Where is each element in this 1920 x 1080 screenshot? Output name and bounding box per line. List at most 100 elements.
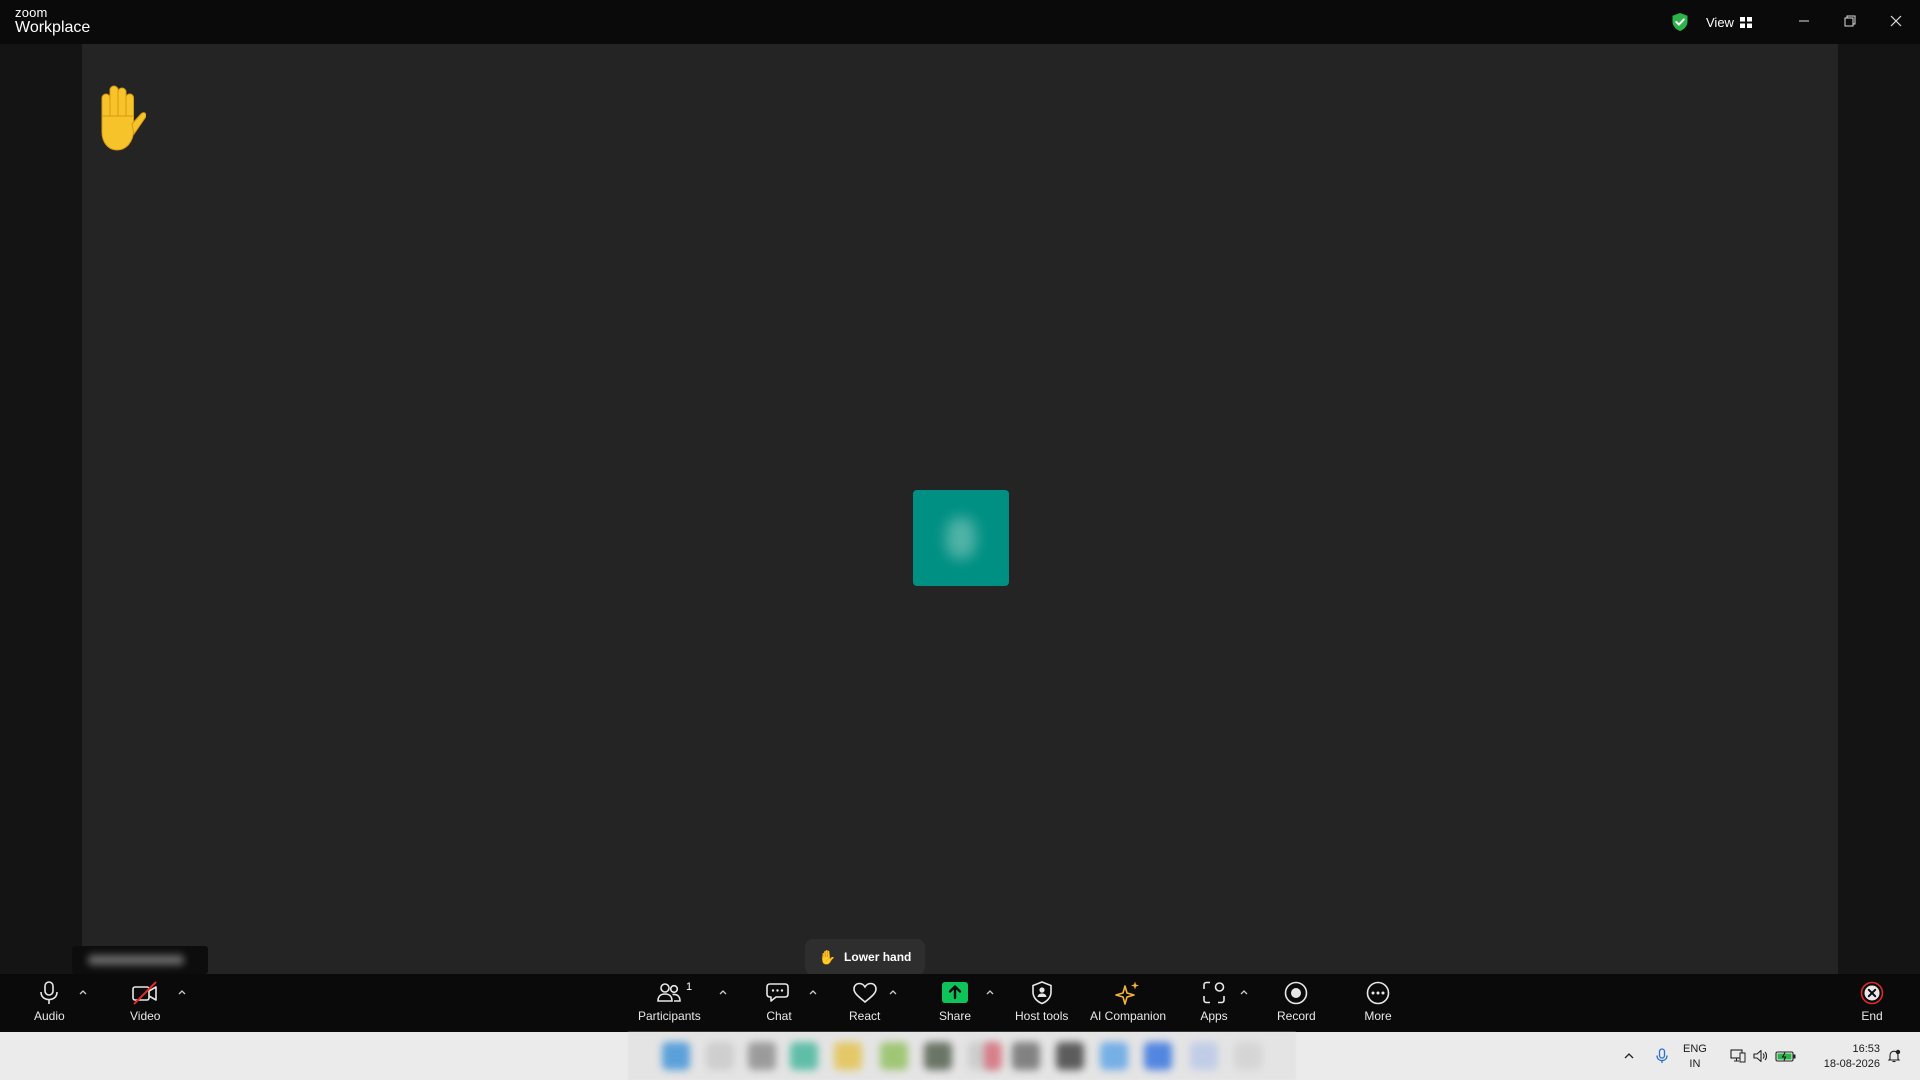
taskbar-app-icon[interactable] [1100,1042,1128,1070]
video-stage [82,44,1838,974]
taskbar-app-icon[interactable] [748,1042,776,1070]
microphone-icon [40,981,59,1004]
taskbar-app-icon[interactable] [1144,1042,1172,1070]
lower-hand-icon: ✋ [818,948,837,965]
close-icon [1890,15,1902,27]
apps-icon [1203,981,1225,1004]
taskbar-app-icon[interactable] [1234,1042,1262,1070]
name-tag-blur [88,955,184,965]
security-shield-icon[interactable] [1671,12,1689,32]
meeting-toolbar: Audio Video Participants 1 Chat React Sh… [0,974,1920,1032]
tray-microphone-icon [1656,1048,1668,1063]
host-tools-shield-icon [1031,981,1052,1005]
clock-time: 16:53 [1852,1043,1880,1055]
clock[interactable]: 16:53 18-08-2026 [1806,1042,1880,1072]
chat-label: Chat [766,1009,792,1023]
react-options-chevron-up-icon[interactable] [886,986,900,1000]
audio-label: Audio [34,1009,65,1023]
taskbar-app-icon[interactable] [1056,1042,1084,1070]
notifications-button[interactable] [1884,1032,1904,1080]
participants-options-chevron-up-icon[interactable] [716,986,730,1000]
restore-icon [1844,15,1856,27]
view-label: View [1706,14,1734,30]
notification-bell-icon [1887,1049,1901,1063]
battery-button[interactable] [1774,1032,1798,1080]
participants-icon [657,983,682,1002]
show-hidden-icons-button[interactable] [1620,1032,1638,1080]
lower-hand-label: Lower hand [844,950,912,964]
video-label: Video [130,1009,161,1023]
record-label: Record [1277,1009,1316,1023]
end-meeting-button[interactable]: End [1858,980,1886,1023]
participants-count: 1 [686,981,693,993]
zoom-logo: zoom Workplace [15,6,90,36]
host-tools-button[interactable]: Host tools [1015,980,1068,1023]
video-off-icon [132,981,158,1005]
taskbar-app-icon[interactable] [662,1042,690,1070]
language-line2: IN [1689,1058,1701,1070]
ai-companion-button[interactable]: AI Companion [1090,980,1166,1023]
language-line1: ENG [1683,1043,1707,1055]
end-close-icon [1860,981,1884,1005]
logo-workplace-text: Workplace [15,19,91,36]
participant-avatar [913,490,1009,586]
taskbar-app-icon[interactable] [880,1042,908,1070]
share-screen-icon [942,982,969,1003]
react-button[interactable]: React [849,980,880,1023]
react-label: React [849,1009,881,1023]
view-button[interactable]: View [1706,10,1752,34]
taskbar-app-icon[interactable] [924,1042,952,1070]
minimize-icon [1799,20,1809,22]
taskbar-app-icon[interactable] [834,1042,862,1070]
more-label: More [1364,1009,1392,1023]
volume-button[interactable] [1750,1032,1770,1080]
chat-icon [766,983,789,1002]
participants-label: Participants [638,1009,701,1023]
participant-name-tag-blurred [72,946,208,974]
grid-view-icon [1739,16,1752,28]
tray-microphone-button[interactable] [1651,1032,1673,1080]
network-button[interactable] [1728,1032,1748,1080]
taskbar-app-icon[interactable] [984,1042,1002,1070]
share-button[interactable]: Share [939,980,971,1023]
windows-taskbar: ENG IN 16:53 18-08-2026 [0,1032,1920,1080]
ai-companion-label: AI Companion [1090,1009,1167,1023]
clock-date: 18-08-2026 [1823,1058,1880,1070]
taskbar-app-icon[interactable] [1190,1042,1218,1070]
more-button[interactable]: More [1364,980,1392,1023]
speaker-icon [1753,1049,1768,1063]
title-bar: zoom Workplace View [0,0,1920,44]
lower-hand-button[interactable]: ✋ Lower hand [805,939,925,975]
audio-options-chevron-up-icon[interactable] [76,986,90,1000]
minimize-button[interactable] [1789,8,1819,34]
share-label: Share [939,1009,972,1023]
ai-sparkle-icon [1115,981,1140,1005]
logo-zoom-text: zoom [15,5,48,20]
language-indicator[interactable]: ENG IN [1683,1042,1707,1072]
video-options-chevron-up-icon[interactable] [175,986,189,1000]
battery-charging-icon [1775,1051,1796,1062]
raised-hand-icon [101,85,146,151]
apps-button[interactable]: Apps [1200,980,1228,1023]
chat-options-chevron-up-icon[interactable] [806,986,820,1000]
network-icon [1730,1049,1746,1063]
restore-button[interactable] [1835,8,1865,34]
taskbar-app-icons-blurred [628,1032,1296,1080]
avatar-initial-blurred [946,517,976,559]
record-icon [1285,981,1308,1005]
taskbar-app-icon[interactable] [790,1042,818,1070]
video-button[interactable]: Video [130,980,160,1023]
host-tools-label: Host tools [1015,1009,1069,1023]
share-options-chevron-up-icon[interactable] [983,986,997,1000]
chevron-up-icon [1624,1053,1634,1059]
heart-icon [852,982,877,1004]
taskbar-app-icon[interactable] [1012,1042,1040,1070]
taskbar-app-icon[interactable] [706,1042,734,1070]
record-button[interactable]: Record [1277,980,1316,1023]
close-button[interactable] [1881,8,1911,34]
chat-button[interactable]: Chat [765,980,793,1023]
more-ellipsis-icon [1366,981,1390,1005]
apps-options-chevron-up-icon[interactable] [1237,986,1251,1000]
audio-button[interactable]: Audio [34,980,65,1023]
end-label: End [1861,1009,1883,1023]
